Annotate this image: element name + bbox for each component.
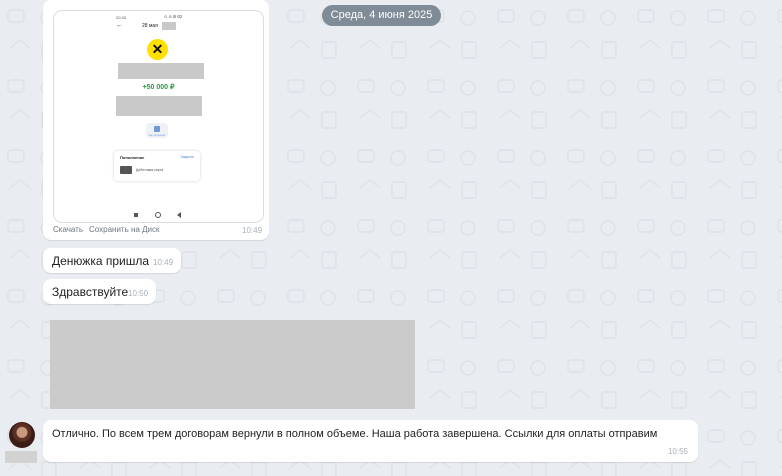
message-text: Денюжка пришла — [52, 254, 150, 268]
message-text: Отлично. По всем трем договорам вернули … — [52, 428, 658, 440]
redacted-sender-name — [5, 451, 37, 463]
message-time: 10:49 — [153, 258, 174, 267]
action-label: Не успешно — [148, 133, 166, 137]
redacted-details-block — [116, 96, 202, 116]
text-message[interactable]: Денюжка пришла 10:49 — [43, 248, 181, 273]
bank-logo-icon: ✕ — [147, 39, 168, 60]
card-link: Закрыть — [180, 155, 194, 159]
message-text: Здравствуйте — [52, 285, 129, 299]
card-subtitle: Дебетовая карта — [136, 168, 164, 172]
save-to-disk-link[interactable]: Сохранить на Диск — [89, 225, 159, 234]
document-icon — [154, 126, 160, 132]
redacted-date-block — [162, 22, 176, 30]
reply-message[interactable]: Отлично. По всем трем договорам вернули … — [43, 420, 698, 462]
message-time: 10:49 — [242, 226, 263, 235]
nav-home-icon — [155, 212, 161, 218]
card-title: Пополнение — [120, 155, 145, 160]
nav-back-icon — [177, 212, 181, 218]
download-link[interactable]: Скачать — [53, 225, 83, 234]
transfer-card: Пополнение Закрыть Дебетовая карта — [114, 151, 200, 181]
nav-square-icon — [134, 213, 138, 217]
phone-status-icons: ⊙ ⊘ ⊞ 🖾 — [164, 14, 182, 19]
transfer-amount: +50 000 ₽ — [142, 84, 175, 91]
back-arrow-icon: ← — [116, 22, 123, 29]
date-separator: Среда, 4 июня 2025 — [322, 5, 441, 26]
message-time: 10:50 — [128, 289, 149, 298]
phone-status-time: 20:33 — [116, 15, 127, 20]
action-button: Не успешно — [146, 123, 168, 138]
text-message[interactable]: Здравствуйте 10:50 — [43, 279, 156, 304]
card-icon — [120, 166, 132, 174]
redacted-content-block — [50, 320, 415, 409]
redacted-sender-block — [118, 63, 204, 79]
message-time: 10:55 — [667, 447, 688, 456]
phone-date-label: 28 мая — [142, 23, 158, 29]
screenshot-attachment[interactable]: 20:33 ⊙ ⊘ ⊞ 🖾 ← 28 мая ✕ +50 000 ₽ Не ус… — [53, 10, 264, 223]
sender-avatar[interactable] — [9, 422, 35, 448]
